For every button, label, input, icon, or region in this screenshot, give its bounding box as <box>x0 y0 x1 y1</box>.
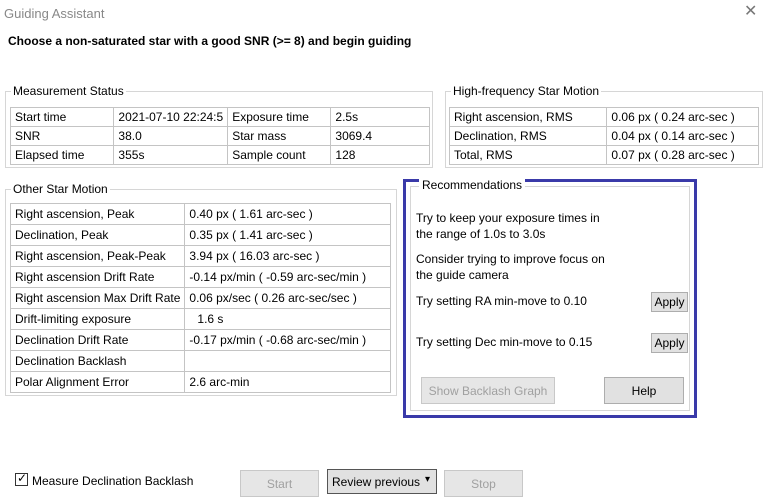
table-row: Right ascension Max Drift Rate 0.06 px/s… <box>9 287 391 309</box>
om-value: 2.6 arc-min <box>184 371 391 393</box>
title-bar: Guiding Assistant ✕ <box>0 0 767 28</box>
ms-label: Star mass <box>227 126 332 146</box>
table-row: Right ascension, RMS 0.06 px ( 0.24 arc-… <box>448 107 759 127</box>
table-row: Start time 2021-07-10 22:24:5 Exposure t… <box>9 107 430 127</box>
ms-label: SNR <box>9 126 115 146</box>
om-value: 3.94 px ( 16.03 arc-sec ) <box>184 245 391 267</box>
om-label: Drift-limiting exposure <box>9 308 186 330</box>
om-label: Declination, Peak <box>9 224 186 246</box>
hf-label: Total, RMS <box>448 145 608 165</box>
help-button[interactable]: Help <box>604 377 684 404</box>
hf-label: Declination, RMS <box>448 126 608 146</box>
instruction-text: Choose a non-saturated star with a good … <box>8 34 412 48</box>
measure-backlash-label[interactable]: Measure Declination Backlash <box>32 474 193 488</box>
table-row: Right ascension Drift Rate -0.14 px/min … <box>9 266 391 288</box>
table-row: Declination, Peak 0.35 px ( 1.41 arc-sec… <box>9 224 391 246</box>
om-value: -0.17 px/min ( -0.68 arc-sec/min ) <box>184 329 391 351</box>
om-label: Polar Alignment Error <box>9 371 186 393</box>
exposure-line-1: Try to keep your exposure times in <box>416 211 600 225</box>
ms-value: 3069.4 <box>330 126 430 146</box>
om-label: Right ascension, Peak-Peak <box>9 245 186 267</box>
show-backlash-graph-button[interactable]: Show Backlash Graph <box>421 377 555 404</box>
apply-dec-button[interactable]: Apply <box>651 333 688 353</box>
review-previous-label: Review previous <box>332 474 421 489</box>
table-row: Declination Backlash <box>9 350 391 372</box>
ms-value: 128 <box>330 145 430 165</box>
recommendations-legend: Recommendations <box>419 178 526 192</box>
om-value: 1.6 s <box>184 308 391 330</box>
hf-value: 0.06 px ( 0.24 arc-sec ) <box>606 107 759 127</box>
high-frequency-legend: High-frequency Star Motion <box>453 84 600 98</box>
om-value: 0.06 px/sec ( 0.26 arc-sec/sec ) <box>184 287 391 309</box>
ms-label: Sample count <box>227 145 332 165</box>
table-row: SNR 38.0 Star mass 3069.4 <box>9 126 430 146</box>
hf-value: 0.07 px ( 0.28 arc-sec ) <box>606 145 759 165</box>
ms-value: 38.0 <box>113 126 229 146</box>
om-value <box>184 350 391 372</box>
stop-button[interactable]: Stop <box>444 470 523 497</box>
table-row: Right ascension, Peak-Peak 3.94 px ( 16.… <box>9 245 391 267</box>
ra-min-move-recommendation: Try setting RA min-move to 0.10 <box>416 294 587 308</box>
focus-line-2: the guide camera <box>416 268 509 282</box>
om-value: 0.40 px ( 1.61 arc-sec ) <box>184 203 391 225</box>
ms-value: 2021-07-10 22:24:5 <box>113 107 229 127</box>
high-frequency-table: Right ascension, RMS 0.06 px ( 0.24 arc-… <box>448 107 759 165</box>
measurement-status-table: Start time 2021-07-10 22:24:5 Exposure t… <box>9 107 430 165</box>
measure-backlash-checkbox[interactable]: ✓ <box>15 471 28 486</box>
dec-min-move-recommendation: Try setting Dec min-move to 0.15 <box>416 335 593 349</box>
review-previous-dropdown[interactable]: Review previous ▾ <box>327 469 437 494</box>
exposure-line-2: the range of 1.0s to 3.0s <box>416 227 546 241</box>
exposure-recommendation: Try to keep your exposure times in the r… <box>416 210 600 242</box>
table-row: Right ascension, Peak 0.40 px ( 1.61 arc… <box>9 203 391 225</box>
table-row: Total, RMS 0.07 px ( 0.28 arc-sec ) <box>448 145 759 165</box>
hf-value: 0.04 px ( 0.14 arc-sec ) <box>606 126 759 146</box>
ms-label: Elapsed time <box>9 145 115 165</box>
focus-recommendation: Consider trying to improve focus on the … <box>416 251 605 283</box>
table-row: Polar Alignment Error 2.6 arc-min <box>9 371 391 393</box>
recommendations-panel: Recommendations Try to keep your exposur… <box>403 178 697 418</box>
other-motion-table: Right ascension, Peak 0.40 px ( 1.61 arc… <box>9 203 391 393</box>
start-button[interactable]: Start <box>240 470 319 497</box>
hf-label: Right ascension, RMS <box>448 107 608 127</box>
om-label: Right ascension Max Drift Rate <box>9 287 186 309</box>
chevron-down-icon: ▾ <box>424 474 430 485</box>
om-label: Declination Backlash <box>9 350 186 372</box>
om-value: 0.35 px ( 1.41 arc-sec ) <box>184 224 391 246</box>
om-label: Right ascension Drift Rate <box>9 266 186 288</box>
om-value: -0.14 px/min ( -0.59 arc-sec/min ) <box>184 266 391 288</box>
other-motion-legend: Other Star Motion <box>13 182 108 196</box>
checkmark-icon: ✓ <box>17 471 28 485</box>
table-row: Elapsed time 355s Sample count 128 <box>9 145 430 165</box>
window-title: Guiding Assistant <box>4 6 105 21</box>
measurement-status-legend: Measurement Status <box>13 84 124 98</box>
ms-label: Exposure time <box>227 107 332 127</box>
table-row: Declination Drift Rate -0.17 px/min ( -0… <box>9 329 391 351</box>
table-row: Declination, RMS 0.04 px ( 0.14 arc-sec … <box>448 126 759 146</box>
close-icon[interactable]: ✕ <box>744 3 757 21</box>
om-label: Declination Drift Rate <box>9 329 186 351</box>
table-row: Drift-limiting exposure 1.6 s <box>9 308 391 330</box>
focus-line-1: Consider trying to improve focus on <box>416 252 605 266</box>
ms-value: 355s <box>113 145 229 165</box>
ms-label: Start time <box>9 107 115 127</box>
apply-ra-button[interactable]: Apply <box>651 292 688 312</box>
om-label: Right ascension, Peak <box>9 203 186 225</box>
ms-value: 2.5s <box>330 107 430 127</box>
